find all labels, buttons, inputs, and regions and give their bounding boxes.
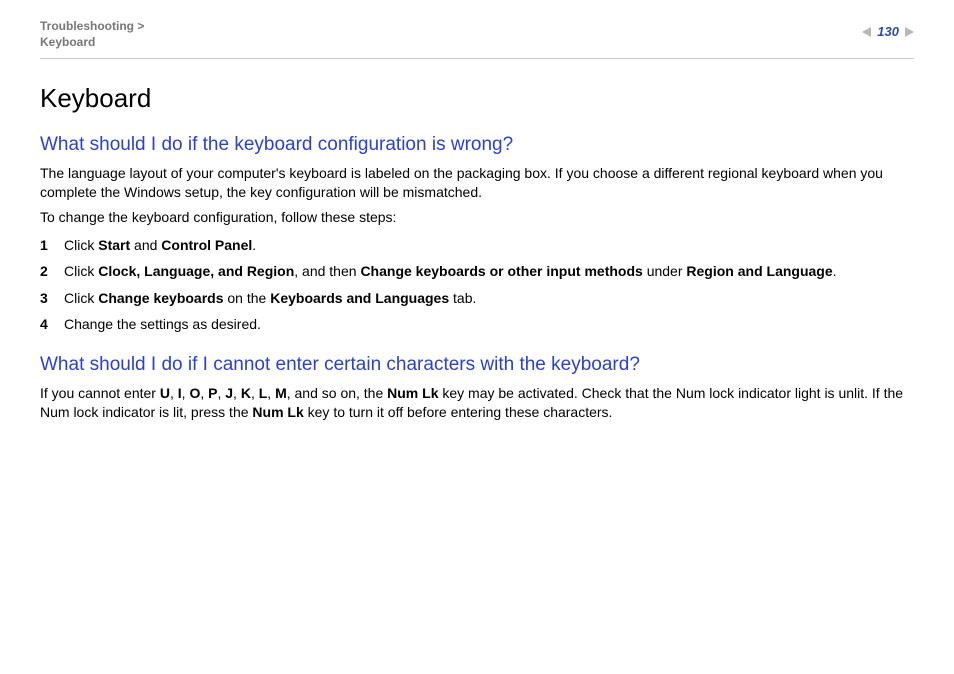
step-4: 4 Change the settings as desired. xyxy=(40,314,914,334)
steps-list: 1 Click Start and Control Panel. 2 Click… xyxy=(40,235,914,334)
step-number: 1 xyxy=(40,235,64,255)
step-text: Click Clock, Language, and Region, and t… xyxy=(64,261,837,281)
step-number: 3 xyxy=(40,288,64,308)
step-3: 3 Click Change keyboards on the Keyboard… xyxy=(40,288,914,308)
breadcrumb-separator: > xyxy=(137,19,144,33)
page-title: Keyboard xyxy=(40,83,914,114)
section1-para2: To change the keyboard configuration, fo… xyxy=(40,208,914,227)
step-text: Click Change keyboards on the Keyboards … xyxy=(64,288,476,308)
section-heading-chars: What should I do if I cannot enter certa… xyxy=(40,354,914,376)
step-text: Click Start and Control Panel. xyxy=(64,235,256,255)
breadcrumb-current: Keyboard xyxy=(40,35,95,49)
prev-page-icon[interactable] xyxy=(862,27,871,37)
breadcrumb: Troubleshooting > Keyboard xyxy=(40,18,144,50)
step-number: 4 xyxy=(40,314,64,334)
page-header: Troubleshooting > Keyboard 130 xyxy=(40,18,914,59)
page-container: Troubleshooting > Keyboard 130 Keyboard … xyxy=(0,0,954,674)
step-number: 2 xyxy=(40,261,64,281)
section1-para1: The language layout of your computer's k… xyxy=(40,164,914,202)
step-1: 1 Click Start and Control Panel. xyxy=(40,235,914,255)
page-number: 130 xyxy=(877,24,899,39)
page-nav: 130 xyxy=(862,24,914,39)
section-heading-config: What should I do if the keyboard configu… xyxy=(40,134,914,156)
step-text: Change the settings as desired. xyxy=(64,314,261,334)
breadcrumb-parent: Troubleshooting xyxy=(40,19,134,33)
step-2: 2 Click Clock, Language, and Region, and… xyxy=(40,261,914,281)
next-page-icon[interactable] xyxy=(905,27,914,37)
section2-para: If you cannot enter U, I, O, P, J, K, L,… xyxy=(40,384,914,422)
